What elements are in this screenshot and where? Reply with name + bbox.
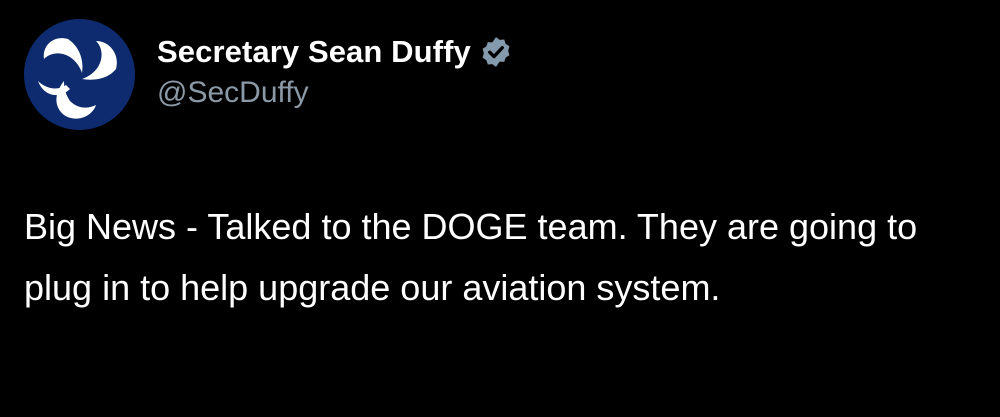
tweet-header: Secretary Sean Duffy @SecDuffy [157, 30, 513, 110]
tweet-card: Secretary Sean Duffy @SecDuffy Big News … [0, 0, 1000, 417]
display-name[interactable]: Secretary Sean Duffy [157, 34, 471, 70]
user-handle[interactable]: @SecDuffy [157, 76, 513, 110]
verified-badge-icon[interactable] [479, 35, 513, 69]
name-row: Secretary Sean Duffy [157, 30, 513, 74]
dot-logo-icon [24, 19, 135, 130]
tweet-text: Big News - Talked to the DOGE team. They… [24, 206, 918, 308]
avatar[interactable] [24, 19, 135, 130]
